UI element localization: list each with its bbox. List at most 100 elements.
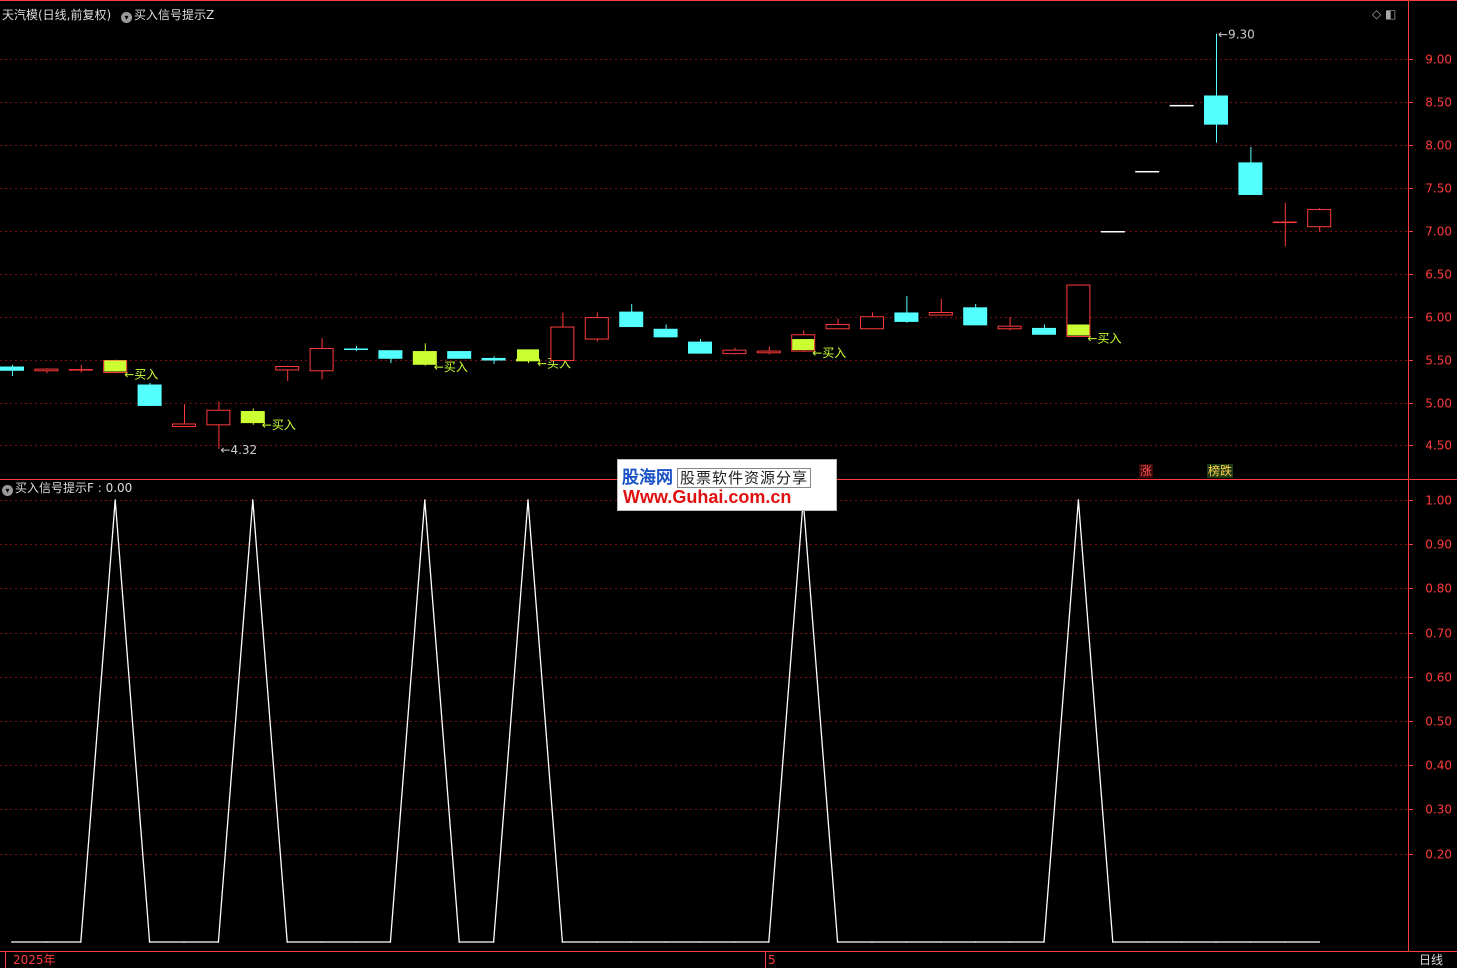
buy-signal-label: ←买入: [1087, 331, 1121, 345]
candle-body: [688, 341, 712, 354]
candle: [584, 312, 609, 342]
indicator-tick-label: 0.60: [1425, 671, 1452, 685]
signal-point: [492, 941, 495, 943]
candle: ←买入: [791, 330, 846, 360]
signal-point: [424, 499, 426, 501]
down-rank-tag[interactable]: 榜跌: [1207, 464, 1234, 478]
signal-point: [974, 941, 976, 943]
signal-point: [871, 941, 873, 943]
candle: [928, 298, 953, 316]
signal-point: [527, 499, 529, 501]
candle: [206, 401, 231, 449]
candle-body: [1135, 170, 1160, 173]
signal-point: [355, 941, 357, 943]
candle-body: [894, 312, 919, 322]
candle: [0, 364, 24, 376]
candle-body: [378, 350, 403, 359]
candle: [963, 303, 988, 326]
up-rank-tag[interactable]: 涨: [1139, 464, 1154, 478]
signal-point: [11, 941, 13, 943]
candle: [1307, 207, 1332, 232]
candle: [137, 382, 162, 406]
max-price-annotation: ←9.30: [1218, 28, 1255, 42]
signal-point: [1180, 941, 1183, 943]
indicator-tick-label: 1.00: [1425, 494, 1452, 508]
candle-body: [275, 366, 300, 371]
candle-body: [550, 326, 575, 361]
buy-signal-mark: [1067, 324, 1090, 336]
signal-point: [320, 941, 323, 943]
signal-point: [148, 941, 151, 943]
time-label-month: 5: [768, 953, 776, 967]
signal-point: [80, 941, 82, 943]
signal-point: [1077, 499, 1080, 501]
candle-body: [1204, 95, 1228, 125]
candle: [1272, 202, 1297, 247]
price-tick-label: 5.00: [1425, 397, 1452, 411]
candle-body: [481, 357, 506, 361]
watermark-logo: 股海网 股票软件资源分享 Www.Guhai.com.cn: [617, 459, 837, 511]
signal-point: [45, 941, 48, 943]
signal-point: [252, 499, 254, 501]
candle: [1032, 324, 1056, 335]
price-tick-label: 6.50: [1425, 268, 1452, 282]
candle: [309, 338, 334, 380]
signal-point: [630, 941, 632, 943]
pane-control-icons[interactable]: ◇ ◧: [1372, 7, 1396, 21]
buy-signal-label: ←买入: [434, 360, 468, 374]
signal-point: [286, 941, 289, 943]
signal-point: [561, 941, 564, 943]
candle-body: [1307, 209, 1332, 228]
time-label-year: 2025年: [13, 953, 56, 967]
buy-signal-label: ←买入: [124, 368, 158, 382]
candle: [172, 404, 196, 428]
indicator-main-name[interactable]: 买入信号提示Z: [134, 8, 214, 22]
candle-body: [172, 423, 196, 428]
signal-point: [596, 941, 598, 943]
candle-body: [997, 325, 1022, 330]
candle-body: [206, 409, 231, 426]
candle-body: [619, 311, 644, 328]
candle: [894, 296, 919, 323]
candle: [447, 351, 472, 359]
candle-body: [928, 311, 953, 316]
candle: [344, 345, 368, 352]
signal-point: [1146, 941, 1148, 943]
candle: [378, 350, 403, 364]
candle: [722, 347, 747, 355]
buy-signal-label: ←买入: [812, 346, 846, 360]
buy-signal-mark: [517, 349, 539, 361]
signal-point: [458, 941, 461, 943]
candle: ←买入: [240, 408, 296, 432]
indicator-tick-label: 0.20: [1425, 848, 1452, 862]
candle: [860, 312, 884, 330]
indicator-menu-icon[interactable]: ▾: [121, 12, 133, 23]
sub-pane-title: ▾ 买入信号提示F : 0.00: [2, 481, 132, 496]
candle-body: [1169, 104, 1194, 107]
indicator-tick-label: 0.70: [1425, 627, 1452, 641]
candle: [275, 365, 300, 382]
signal-point: [114, 499, 116, 501]
watermark-brand: 股海网: [622, 468, 673, 488]
candle: ←买入: [103, 359, 158, 382]
candle: [481, 356, 506, 364]
main-pane-title: 天汽模(日线,前复权) ▾ 买入信号提示Z: [2, 8, 214, 23]
sub-indicator-menu-icon[interactable]: ▾: [2, 485, 13, 496]
indicator-tick-label: 0.80: [1425, 582, 1452, 596]
indicator-tick-label: 0.50: [1425, 715, 1452, 729]
candle-body: [722, 349, 747, 355]
signal-point: [699, 941, 701, 943]
candle-body: [137, 384, 162, 406]
candle: [550, 312, 575, 361]
price-tick-label: 8.50: [1425, 96, 1452, 110]
candle-body: [1032, 327, 1056, 335]
signal-point: [1112, 941, 1114, 943]
candle-body: [1272, 221, 1297, 224]
signal-point: [1215, 941, 1217, 943]
indicator-sub-name[interactable]: 买入信号提示F : 0.00: [15, 481, 132, 495]
period-label[interactable]: 日线: [1419, 953, 1443, 967]
candle: [34, 368, 59, 374]
candle-body: [584, 317, 609, 340]
candle: [997, 316, 1022, 331]
buy-signal-mark: [104, 360, 127, 372]
